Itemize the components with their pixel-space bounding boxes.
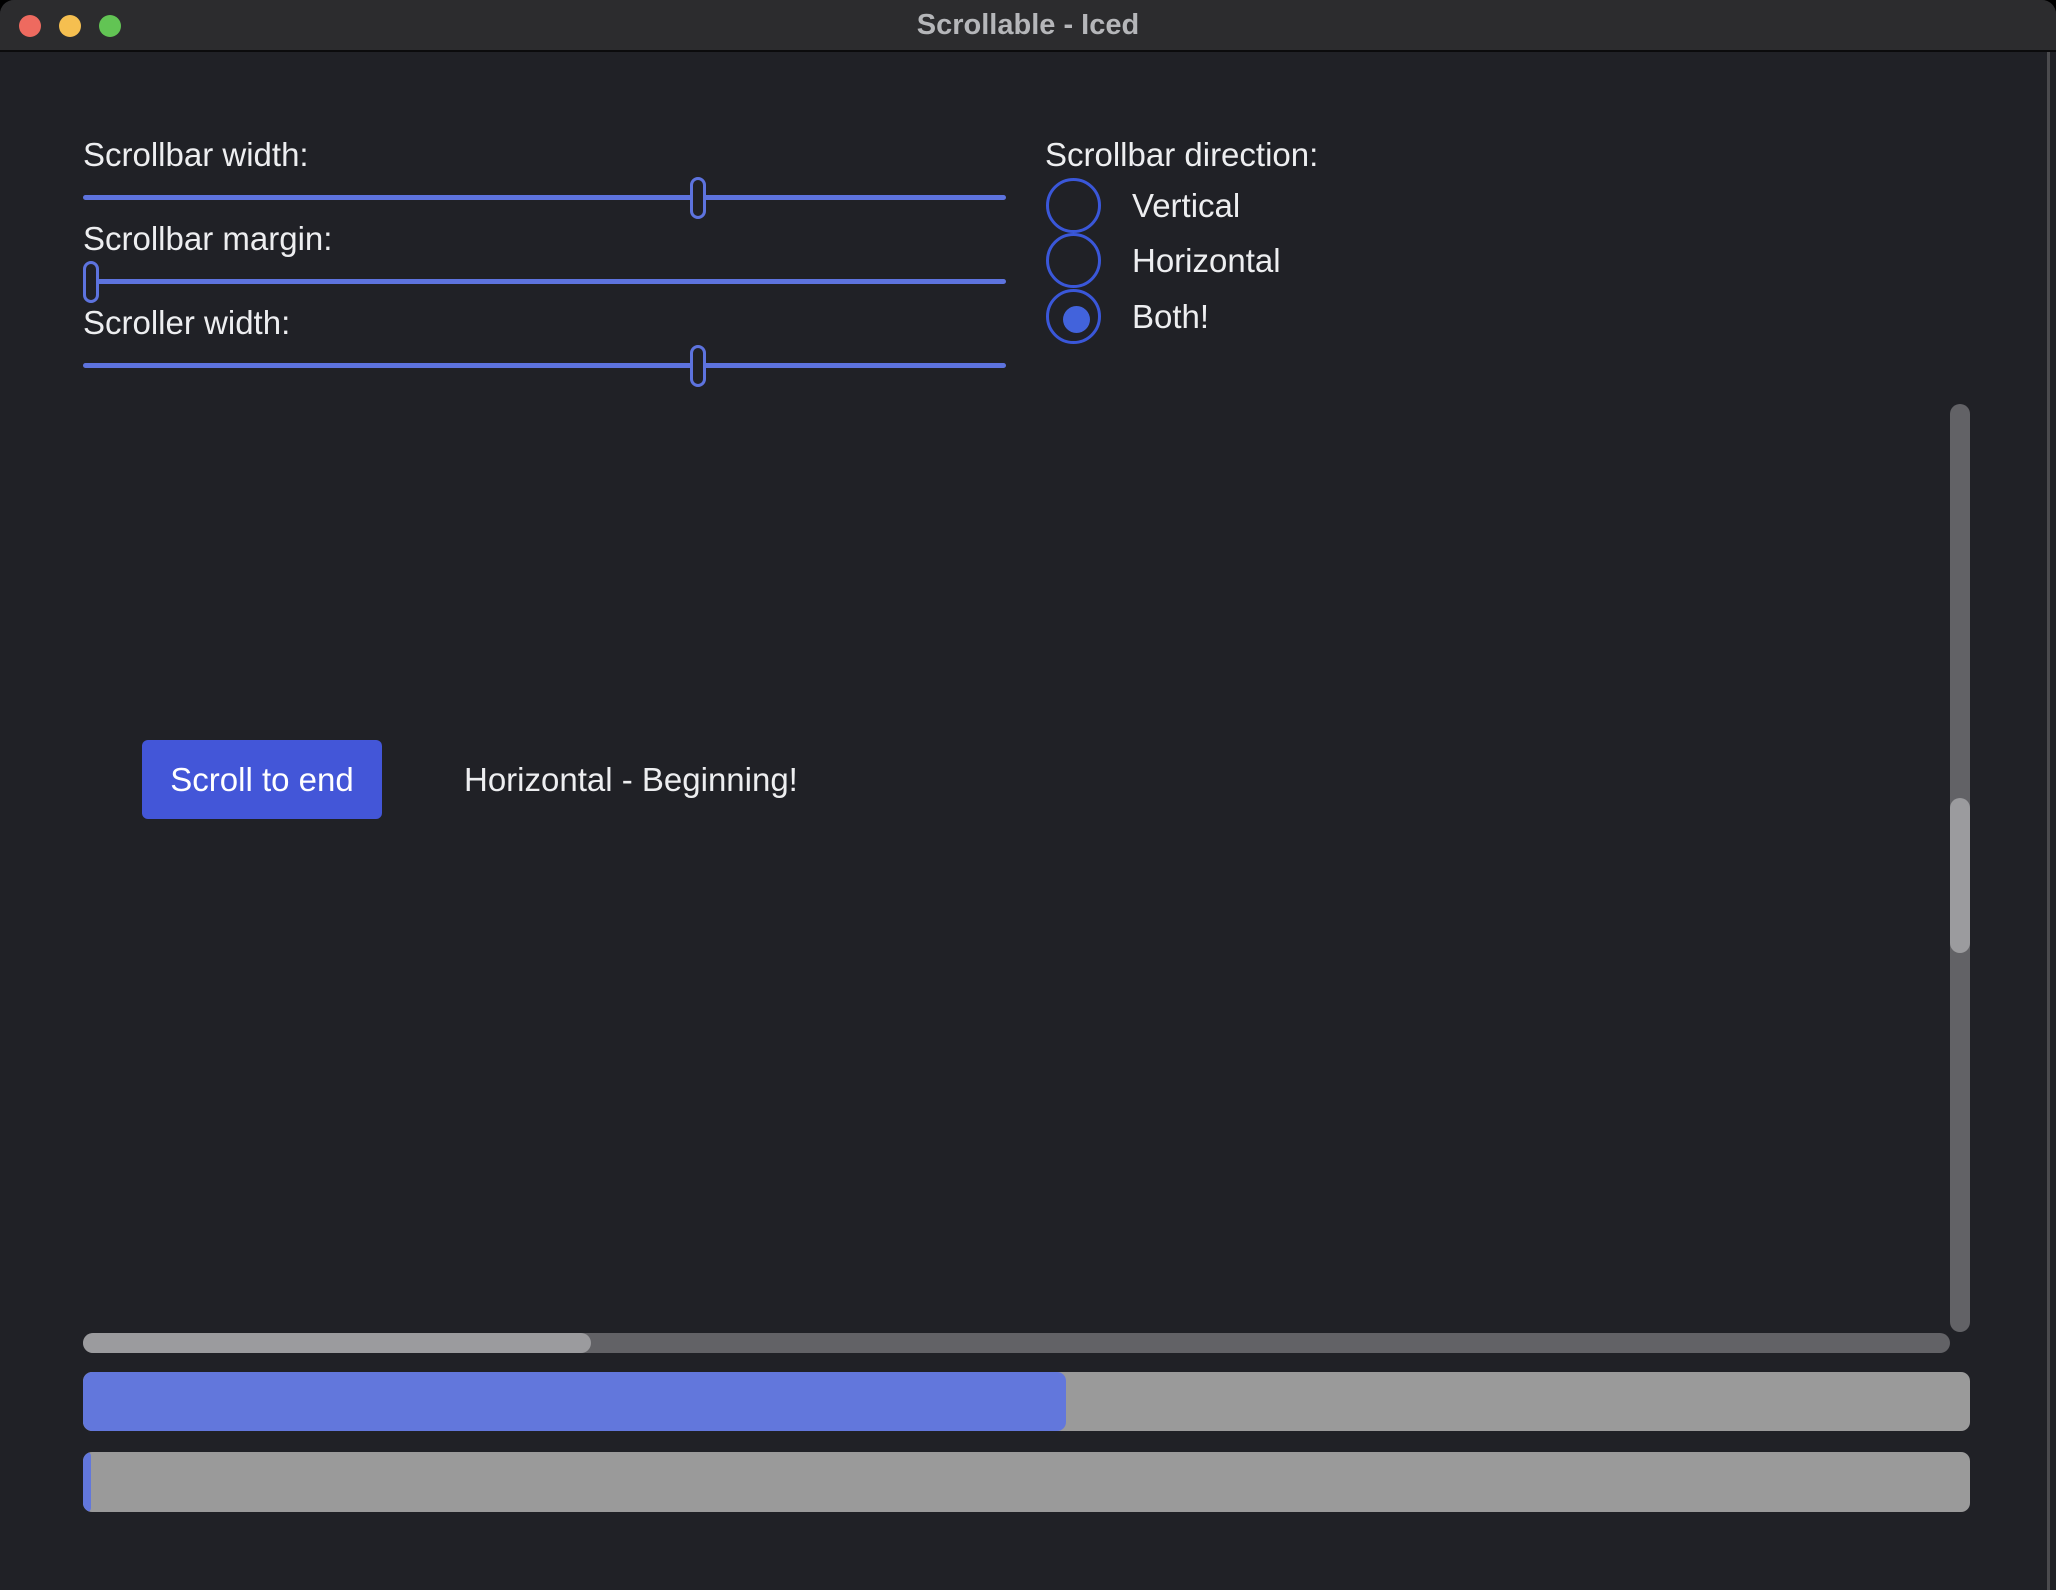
scroll-status-text: Horizontal - Beginning! [464, 740, 798, 819]
vertical-progress-bar [83, 1452, 1970, 1512]
radio-vertical-label: Vertical [1132, 178, 1240, 233]
scrollbar-margin-label: Scrollbar margin: [83, 220, 332, 258]
slider-handle[interactable] [83, 261, 99, 303]
radio-circle-icon[interactable] [1046, 233, 1101, 288]
progress-fill [83, 1452, 91, 1512]
slider-handle-track [83, 260, 990, 304]
scroller-width-slider[interactable] [83, 344, 1006, 388]
horizontal-scrollbar-thumb[interactable] [83, 1333, 591, 1353]
horizontal-scrollbar[interactable] [83, 1333, 1950, 1353]
scrollbar-width-slider[interactable] [83, 176, 1006, 220]
scrollbar-margin-slider[interactable] [83, 260, 1006, 304]
radio-both-label: Both! [1132, 289, 1209, 344]
vertical-scrollbar-thumb[interactable] [1950, 798, 1970, 953]
slider-handle-track [83, 344, 990, 388]
slider-handle[interactable] [690, 177, 706, 219]
window-right-border [2047, 52, 2050, 1590]
window-title: Scrollable - Iced [0, 0, 2056, 50]
app-window: Scrollable - Iced Scrollbar width: Scrol… [0, 0, 2056, 1590]
scrollbar-width-label: Scrollbar width: [83, 136, 309, 174]
titlebar: Scrollable - Iced [0, 0, 2056, 52]
vertical-scrollbar[interactable] [1950, 404, 1970, 1332]
radio-circle-icon[interactable] [1046, 178, 1101, 233]
radio-horizontal-label: Horizontal [1132, 233, 1281, 288]
radio-circle-icon[interactable] [1046, 289, 1101, 344]
scrollbar-direction-label: Scrollbar direction: [1045, 136, 1318, 174]
scroller-width-label: Scroller width: [83, 304, 290, 342]
progress-fill [83, 1372, 1066, 1431]
slider-handle-track [83, 176, 990, 220]
scroll-to-end-button[interactable]: Scroll to end [142, 740, 382, 819]
horizontal-progress-bar [83, 1372, 1970, 1431]
radio-selected-dot-icon [1063, 306, 1090, 333]
slider-handle[interactable] [690, 345, 706, 387]
